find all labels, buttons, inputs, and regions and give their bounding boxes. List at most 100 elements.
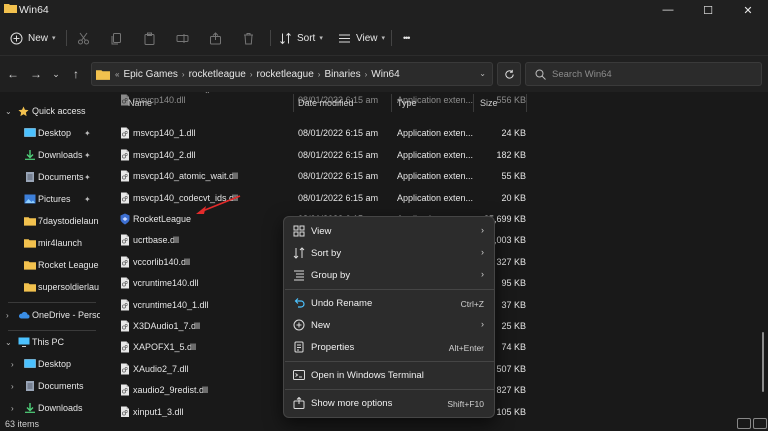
new-button[interactable]: New ▾ <box>10 28 56 48</box>
minimize-button[interactable]: — <box>648 0 688 20</box>
file-row[interactable]: msvcp140_codecvt_ids.dll 08/01/2022 6:15 … <box>106 188 526 209</box>
file-row[interactable]: msvcp140_2.dll 08/01/2022 6:15 am Applicat… <box>106 145 526 166</box>
sidebar-item-downloads[interactable]: Downloads ✦ <box>0 144 100 166</box>
sidebar-item-desktop[interactable]: Desktop ✦ <box>0 122 100 144</box>
breadcrumb-overflow[interactable]: « <box>115 70 119 79</box>
pin-icon: ✦ <box>84 150 91 160</box>
computer-icon <box>18 337 30 347</box>
file-size: 105 KB <box>496 406 526 417</box>
dll-file-icon <box>121 341 129 353</box>
sidebar-item-documents[interactable]: Documents ✦ <box>0 166 100 188</box>
file-row[interactable]: msvcp140_1.dll 08/01/2022 6:15 am Applicat… <box>106 123 526 144</box>
toolbar-divider <box>270 30 271 46</box>
maximize-button[interactable]: ☐ <box>688 0 728 20</box>
sidebar-quick-access[interactable]: ⌄ Quick access <box>0 100 100 122</box>
sidebar-pc-downloads[interactable]: › Downloads <box>0 397 100 419</box>
file-row[interactable]: msvcp140_atomic_wait.dll 08/01/2022 6:15 … <box>106 166 526 187</box>
rename-button[interactable] <box>176 28 189 48</box>
close-button[interactable]: ✕ <box>728 0 768 20</box>
sidebar-pc-desktop[interactable]: › Desktop <box>0 353 100 375</box>
breadcrumb-separator[interactable]: › <box>182 70 185 79</box>
file-size: 74 KB <box>501 342 526 353</box>
menu-item-group-by[interactable]: Group by › <box>288 264 492 286</box>
menu-item-show-more-options[interactable]: Show more options Shift+F10 <box>288 392 492 414</box>
forward-button[interactable]: → <box>28 66 44 82</box>
menu-item-sort-by[interactable]: Sort by › <box>288 242 492 264</box>
sort-button[interactable]: Sort ▾ <box>279 28 323 48</box>
expand-caret-icon[interactable]: › <box>11 360 14 369</box>
breadcrumb-win64[interactable]: Win64 <box>371 69 399 80</box>
sidebar-label: Desktop <box>38 128 72 138</box>
menu-separator <box>285 289 495 290</box>
dll-file-icon <box>121 192 129 204</box>
details-view-toggle[interactable] <box>737 418 751 429</box>
menu-item-label: Undo Rename <box>311 298 373 309</box>
recent-locations-button[interactable]: ⌄ <box>48 66 64 82</box>
plus-circle-icon <box>293 319 305 331</box>
address-bar[interactable]: « Epic Games › rocketleague › rocketleag… <box>91 62 493 86</box>
menu-item-open-terminal[interactable]: Open in Windows Terminal <box>288 364 492 386</box>
column-divider[interactable] <box>526 94 527 112</box>
vertical-scrollbar[interactable] <box>758 92 768 417</box>
menu-item-new[interactable]: New › <box>288 314 492 336</box>
up-button[interactable]: ↑ <box>68 66 84 82</box>
document-icon <box>26 172 34 182</box>
scrollbar-thumb[interactable] <box>762 332 764 392</box>
breadcrumb-separator[interactable]: › <box>318 70 321 79</box>
expand-caret-icon[interactable]: › <box>6 311 9 320</box>
search-input[interactable] <box>552 67 752 81</box>
sidebar-label: Rocket League <box>38 260 99 270</box>
sidebar-item-mir4launch[interactable]: mir4launch <box>0 232 100 254</box>
sidebar-item-supersoldierlau[interactable]: supersoldierlau <box>0 276 100 298</box>
folder-icon <box>4 4 17 13</box>
menu-item-view[interactable]: View › <box>288 220 492 242</box>
file-row[interactable]: msvcp140.dll 08/01/2022 6:15 am Applicatio… <box>106 92 526 111</box>
more-options-button[interactable]: ••• <box>403 28 411 48</box>
large-icons-view-toggle[interactable] <box>753 418 767 429</box>
breadcrumb-binaries[interactable]: Binaries <box>324 69 360 80</box>
dll-file-icon <box>121 363 129 375</box>
breadcrumb-separator[interactable]: › <box>250 70 253 79</box>
menu-item-label: Properties <box>311 342 355 353</box>
expand-caret-icon[interactable]: ⌄ <box>5 338 12 347</box>
paste-button[interactable] <box>143 28 156 48</box>
file-name: xinput1_3.dll <box>133 406 184 417</box>
sidebar-item-7daystodielaun[interactable]: 7daystodielaun <box>0 210 100 232</box>
sidebar-item-rocket-league[interactable]: Rocket League <box>0 254 100 276</box>
menu-shortcut: Ctrl+Z <box>460 299 484 309</box>
refresh-button[interactable] <box>497 62 521 86</box>
dll-file-icon <box>121 256 129 268</box>
file-date-modified: 08/01/2022 6:15 am <box>298 95 379 105</box>
breadcrumb-epic-games[interactable]: Epic Games <box>123 69 177 80</box>
breadcrumb-separator[interactable]: › <box>365 70 368 79</box>
breadcrumb-rocketleague-inner[interactable]: rocketleague <box>257 69 314 80</box>
expand-caret-icon[interactable]: › <box>11 382 14 391</box>
sidebar-item-pictures[interactable]: Pictures ✦ <box>0 188 100 210</box>
sidebar-pc-documents[interactable]: › Documents <box>0 375 100 397</box>
sidebar-this-pc[interactable]: ⌄ This PC <box>0 331 100 353</box>
delete-button[interactable] <box>242 28 255 48</box>
expand-caret-icon[interactable]: ⌄ <box>5 107 12 116</box>
star-icon <box>18 105 29 116</box>
file-date-modified: 08/01/2022 6:15 am <box>298 128 379 139</box>
sidebar-label: Quick access <box>32 106 86 116</box>
menu-item-undo-rename[interactable]: Undo Rename Ctrl+Z <box>288 292 492 314</box>
file-type: Application exten... <box>397 192 474 203</box>
sidebar-onedrive[interactable]: › OneDrive - Perso <box>0 304 100 326</box>
breadcrumb-rocketleague[interactable]: rocketleague <box>189 69 246 80</box>
share-button[interactable] <box>209 28 222 48</box>
cut-button[interactable] <box>77 28 90 48</box>
submenu-arrow-icon: › <box>481 225 484 235</box>
file-date-modified: 08/01/2022 6:15 am <box>298 149 379 160</box>
search-box[interactable] <box>525 62 762 86</box>
view-button[interactable]: View ▾ <box>338 28 385 48</box>
clipboard-icon <box>144 32 155 45</box>
file-type: Application exten... <box>397 171 474 182</box>
address-dropdown-icon[interactable]: ⌄ <box>479 69 486 78</box>
file-date-modified: 08/01/2022 6:15 am <box>298 192 379 203</box>
expand-caret-icon[interactable]: › <box>11 404 14 413</box>
menu-item-properties[interactable]: Properties Alt+Enter <box>288 336 492 358</box>
file-name: xaudio2_9redist.dll <box>133 385 209 396</box>
copy-button[interactable] <box>110 28 123 48</box>
back-button[interactable]: ← <box>5 66 21 82</box>
